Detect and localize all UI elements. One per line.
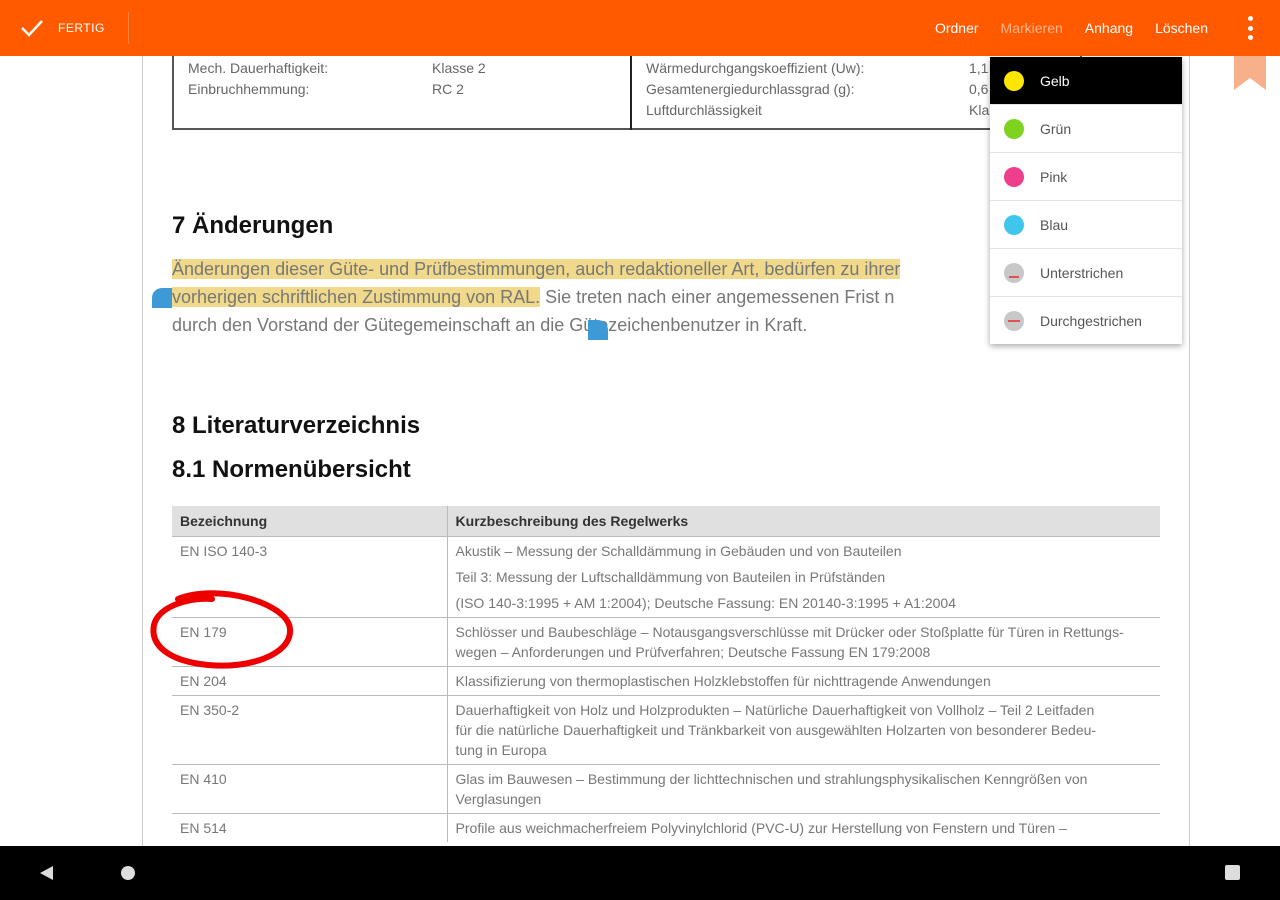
highlight-button[interactable]: Markieren (1001, 20, 1063, 36)
menu-item-strikethrough[interactable]: Durchgestrichen (990, 297, 1182, 344)
table-row: EN 350-2 Dauerhaftigkeit von Holz und Ho… (172, 695, 1160, 765)
table-row: EN ISO 140-3 Akustik – Messung der Schal… (172, 536, 1160, 618)
table-row: EN 179 Schlösser und Baubeschläge – Nota… (172, 617, 1160, 667)
section-heading: 8 Literaturverzeichnis (172, 412, 421, 439)
norm-code: EN 350-2 (172, 695, 448, 765)
toolbar-divider (128, 12, 129, 44)
table-header-row: Bezeichnung Kurzbeschreibung des Regelwe… (172, 506, 1160, 537)
action-bar: FERTIG Ordner Markieren Anhang Löschen (0, 0, 1280, 56)
toolbar-actions: Ordner Markieren Anhang Löschen (935, 0, 1208, 56)
green-dot-icon (1004, 118, 1024, 139)
menu-item-label: Unterstrichen (1040, 264, 1124, 281)
bookmark-icon[interactable] (1234, 56, 1266, 90)
done-button[interactable]: FERTIG (20, 14, 105, 42)
description-line: Teil 3: Messung der Luftschalldämmung vo… (455, 569, 886, 585)
menu-item-green[interactable]: Grün (990, 105, 1182, 153)
spec-label: Gesamtenergiedurchlassgrad (g): (646, 81, 855, 97)
description-line: Glas im Bauwesen – Bestimmung der lichtt… (455, 771, 1088, 787)
menu-item-label: Durchgestrichen (1040, 312, 1142, 329)
spec-label: Luftdurchlässigkeit (646, 102, 762, 118)
menu-item-blue[interactable]: Blau (990, 201, 1182, 249)
navigation-bar (0, 846, 1280, 900)
norm-code: EN 514 (172, 813, 448, 842)
norm-description: Glas im Bauwesen – Bestimmung der lichtt… (447, 764, 1160, 814)
description-line: Akustik – Messung der Schalldämmung in G… (455, 543, 902, 559)
spec-value: 1,1 (969, 60, 989, 76)
strikethrough-icon (1004, 310, 1024, 331)
blue-dot-icon (1004, 214, 1024, 235)
recent-apps-icon[interactable] (1225, 865, 1240, 880)
description-line: wegen – Anforderungen und Prüfverfahren;… (455, 644, 931, 660)
highlighted-text[interactable]: Änderungen dieser Güte- und Prüfbestimmu… (172, 259, 901, 279)
norm-description: Dauerhaftigkeit von Holz und Holzprodukt… (447, 695, 1160, 765)
norm-description: Klassifizierung von thermoplastischen Ho… (447, 666, 1160, 696)
spec-value: 0,6 (969, 81, 989, 97)
circle-annotation-icon[interactable] (148, 587, 296, 671)
description-line: tung in Europa (455, 742, 547, 758)
spec-label: Wärmedurchgangskoeffizient (Uw): (646, 60, 865, 76)
pink-dot-icon (1004, 166, 1024, 187)
highlighted-text[interactable]: vorherigen schriftlichen Zustimmung von … (172, 287, 541, 307)
description-line: Profile aus weichmacherfreiem Polyvinylc… (455, 820, 1067, 836)
menu-item-label: Pink (1040, 168, 1068, 185)
spec-value: RC 2 (432, 81, 464, 97)
checkmark-icon (21, 20, 43, 37)
subsection-heading: 8.1 Normenübersicht (172, 456, 411, 483)
table-row: EN 514 Profile aus weichmacherfreiem Pol… (172, 813, 1160, 842)
menu-item-underline[interactable]: Unterstrichen (990, 249, 1182, 297)
menu-item-pink[interactable]: Pink (990, 153, 1182, 201)
paragraph-text: Sie treten nach einer angemessenen Frist… (540, 287, 895, 307)
paragraph-line: durch den Vorstand der Gütegemeinschaft … (172, 315, 808, 335)
menu-item-label: Blau (1040, 216, 1069, 233)
yellow-dot-icon (1004, 70, 1024, 91)
norm-description: Schlösser und Baubeschläge – Notausgangs… (447, 617, 1160, 667)
spec-label: Einbruchhemmung: (188, 81, 310, 97)
table-row: EN 410 Glas im Bauwesen – Bestimmung der… (172, 764, 1160, 814)
done-label: FERTIG (58, 21, 105, 35)
norm-description: Profile aus weichmacherfreiem Polyvinylc… (447, 813, 1160, 842)
spec-label: Mech. Dauerhaftigkeit: (188, 60, 329, 76)
norm-description: Akustik – Messung der Schalldämmung in G… (447, 536, 1160, 618)
description-line: für die natürliche Dauerhaftigkeit und T… (455, 722, 1097, 738)
spec-value: Klasse 2 (432, 60, 486, 76)
spec-table-divider (630, 56, 632, 130)
back-icon[interactable] (40, 866, 53, 880)
spec-value: Kla (969, 102, 990, 118)
column-header: Kurzbeschreibung des Regelwerks (447, 506, 1160, 537)
selection-end-handle[interactable] (588, 320, 608, 340)
description-line: Verglasungen (455, 791, 542, 807)
home-icon[interactable] (121, 866, 135, 880)
menu-item-label: Gelb (1040, 72, 1070, 89)
paragraph-line[interactable]: vorherigen schriftlichen Zustimmung von … (172, 283, 894, 311)
description-line: Klassifizierung von thermoplastischen Ho… (455, 673, 991, 689)
overflow-menu-icon[interactable] (1244, 16, 1256, 40)
description-line: Schlösser und Baubeschläge – Notausgangs… (455, 624, 1124, 640)
column-header: Bezeichnung (172, 506, 448, 537)
paragraph-line[interactable]: Änderungen dieser Güte- und Prüfbestimmu… (172, 255, 901, 283)
folder-button[interactable]: Ordner (935, 20, 979, 36)
menu-item-yellow[interactable]: Gelb (990, 57, 1182, 105)
description-line: Dauerhaftigkeit von Holz und Holzprodukt… (455, 702, 1095, 718)
section-heading: 7 Änderungen (172, 212, 334, 239)
table-row: EN 204 Klassifizierung von thermoplastis… (172, 666, 1160, 696)
norms-table: Bezeichnung Kurzbeschreibung des Regelwe… (172, 506, 1160, 842)
description-line: (ISO 140-3:1995 + AM 1:2004); Deutsche F… (455, 595, 956, 611)
attachment-button[interactable]: Anhang (1085, 20, 1133, 36)
spec-table: Mech. Dauerhaftigkeit: Klasse 2 Einbruch… (172, 56, 1082, 130)
selection-start-handle[interactable] (152, 288, 172, 308)
norm-code: EN 410 (172, 764, 448, 814)
menu-item-label: Grün (1040, 120, 1072, 137)
delete-button[interactable]: Löschen (1155, 20, 1208, 36)
highlight-color-menu: Gelb Grün Pink Blau Unterstrichen Durchg… (990, 57, 1182, 344)
underline-icon (1004, 262, 1024, 283)
